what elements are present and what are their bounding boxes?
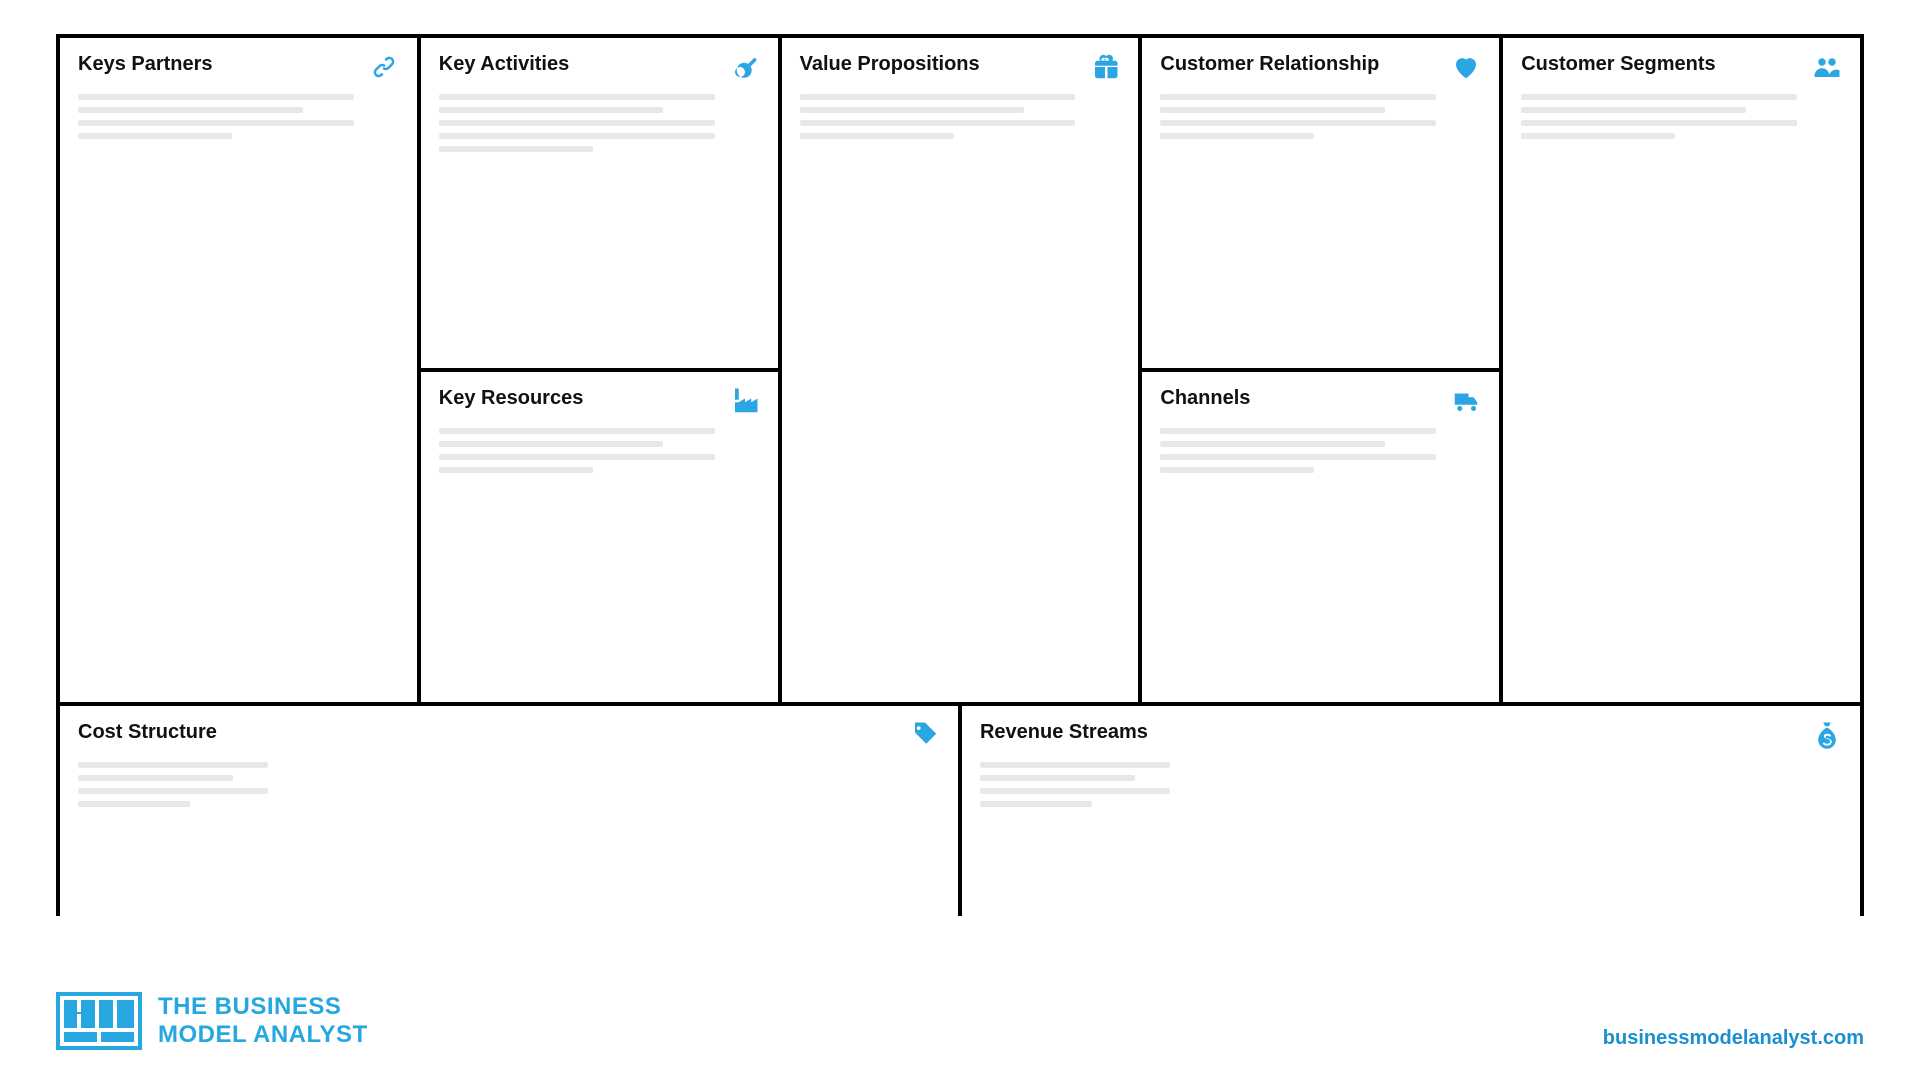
title-cost-structure: Cost Structure	[78, 720, 217, 744]
key-icon	[730, 52, 760, 82]
footer: THE BUSINESS MODEL ANALYST businessmodel…	[56, 992, 1864, 1050]
placeholder-lines	[78, 94, 399, 139]
title-key-activities: Key Activities	[439, 52, 569, 76]
title-customer-segments: Customer Segments	[1521, 52, 1716, 76]
cell-key-activities: Key Activities	[421, 38, 778, 368]
brand-line2: MODEL ANALYST	[158, 1021, 368, 1049]
title-key-resources: Key Resources	[439, 386, 584, 410]
tag-icon	[910, 720, 940, 750]
placeholder-lines	[800, 94, 1121, 139]
business-model-canvas: Keys Partners Key Activities	[56, 34, 1864, 916]
title-channels: Channels	[1160, 386, 1250, 410]
brand-text: THE BUSINESS MODEL ANALYST	[158, 993, 368, 1048]
placeholder-lines	[1160, 428, 1481, 473]
title-key-partners: Keys Partners	[78, 52, 213, 76]
link-icon	[369, 52, 399, 82]
placeholder-lines	[78, 762, 940, 807]
placeholder-lines	[1521, 94, 1842, 139]
placeholder-lines	[439, 428, 760, 473]
brand: THE BUSINESS MODEL ANALYST	[56, 992, 368, 1050]
cell-key-partners: Keys Partners	[60, 38, 417, 702]
cell-value-propositions: Value Propositions	[782, 38, 1139, 702]
title-customer-relationship: Customer Relationship	[1160, 52, 1379, 76]
moneybag-icon	[1812, 720, 1842, 750]
heart-icon	[1451, 52, 1481, 82]
cell-key-resources: Key Resources	[421, 372, 778, 702]
cell-cost-structure: Cost Structure	[60, 706, 958, 920]
cell-customer-relationship: Customer Relationship	[1142, 38, 1499, 368]
gift-icon	[1090, 52, 1120, 82]
cell-channels: Channels	[1142, 372, 1499, 702]
placeholder-lines	[980, 762, 1842, 807]
brand-line1: THE BUSINESS	[158, 993, 368, 1021]
title-value-propositions: Value Propositions	[800, 52, 980, 76]
site-link[interactable]: businessmodelanalyst.com	[1603, 1027, 1864, 1050]
title-revenue-streams: Revenue Streams	[980, 720, 1148, 744]
placeholder-lines	[439, 94, 760, 152]
people-icon	[1812, 52, 1842, 82]
cell-revenue-streams: Revenue Streams	[962, 706, 1860, 920]
cell-customer-segments: Customer Segments	[1503, 38, 1860, 702]
placeholder-lines	[1160, 94, 1481, 139]
truck-icon	[1451, 386, 1481, 416]
brand-logo-icon	[56, 992, 142, 1050]
factory-icon	[730, 386, 760, 416]
